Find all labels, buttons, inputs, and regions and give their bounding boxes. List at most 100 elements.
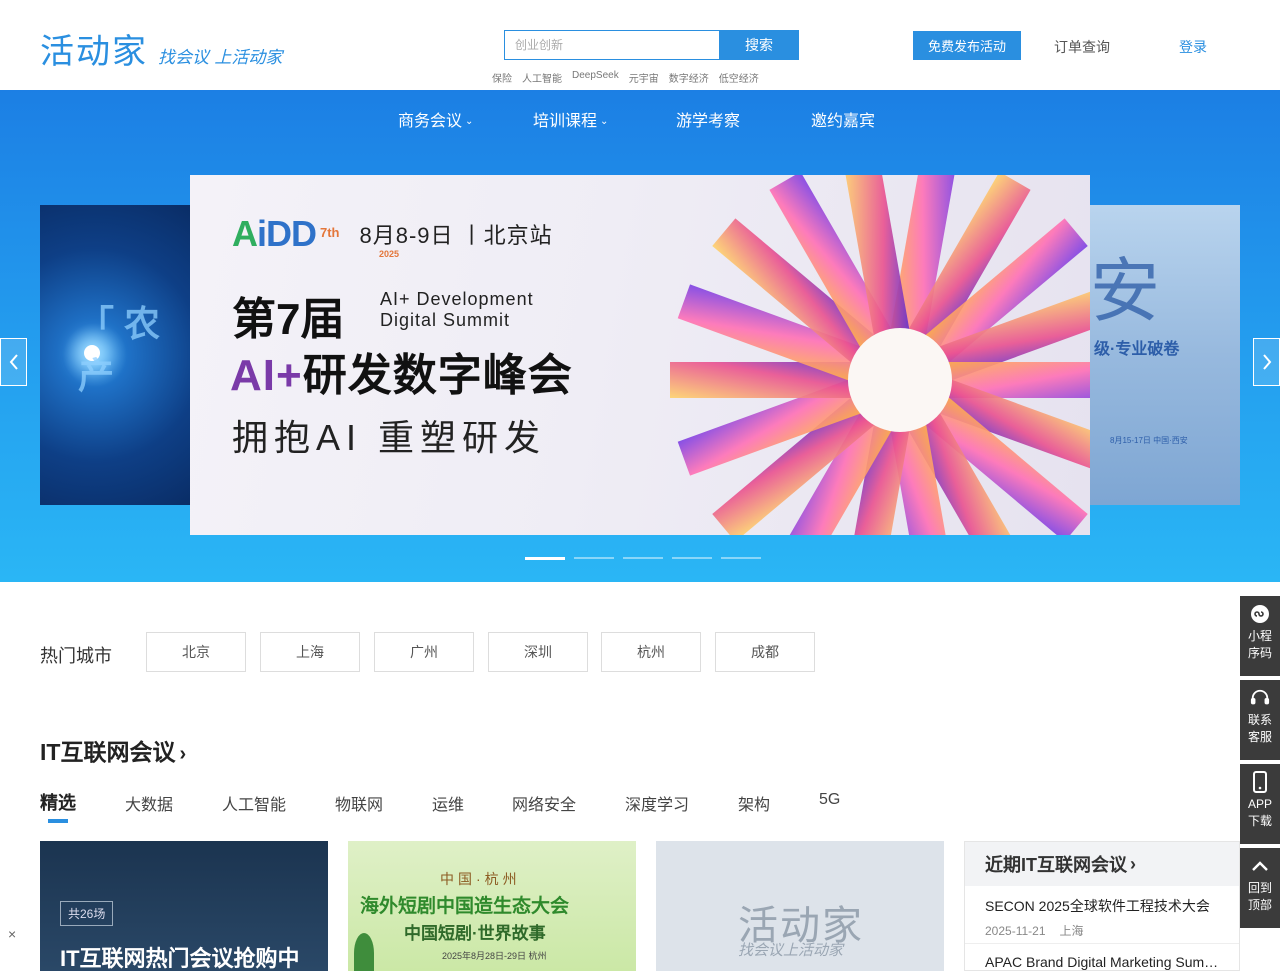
recent-event-meta: 2025-11-21 上海 [985, 922, 1219, 939]
tab-security[interactable]: 网络安全 [512, 791, 576, 815]
main-nav: 商务会议 ⌄ 培训课程 ⌄ 游学考察 邀约嘉宾 [0, 90, 1280, 142]
slide-next-subtitle: 级·专业破卷 [1094, 341, 1180, 358]
tab-ai[interactable]: 人工智能 [222, 791, 286, 815]
mini-program-button[interactable]: 小程 序码 [1240, 596, 1280, 676]
carousel-slide-prev[interactable]: 「 农产 [40, 205, 190, 505]
city-button-beijing[interactable]: 北京 [146, 632, 246, 672]
list-item[interactable]: APAC Brand Digital Marketing Summit [965, 944, 1239, 970]
tab-ops[interactable]: 运维 [432, 791, 464, 815]
search-button[interactable]: 搜索 [719, 30, 799, 60]
city-button-chengdu[interactable]: 成都 [715, 632, 815, 672]
recent-events-panel: 近期IT互联网会议 › SECON 2025全球软件工程技术大会 2025-11-… [964, 841, 1240, 971]
close-icon[interactable]: × [8, 926, 16, 942]
carousel-dot[interactable] [574, 557, 614, 559]
mini-program-icon [1250, 604, 1270, 624]
chevron-right-icon: › [1130, 853, 1136, 874]
slide-next-date: 8月15-17日 中国·西安 [1110, 436, 1188, 445]
carousel-slide-next[interactable]: 安 级·专业破卷 8月15-17日 中国·西安 [1090, 205, 1240, 505]
hot-keyword[interactable]: 保险 [492, 70, 512, 85]
tab-architecture[interactable]: 架构 [738, 791, 770, 815]
event-card[interactable]: 共26场 IT互联网热门会议抢购中 [40, 841, 328, 971]
nav-training-courses[interactable]: 培训课程 ⌄ [533, 107, 608, 131]
hot-keywords: 保险 人工智能 DeepSeek 元宇宙 数字经济 低空经济 [492, 70, 759, 85]
phone-icon [1250, 771, 1270, 793]
login-link[interactable]: 登录 [1179, 37, 1207, 57]
float-label: 小程 序码 [1247, 629, 1272, 660]
event-title: AI+研发数字峰会 [230, 351, 573, 400]
event-card[interactable]: 活动家 找会议上活动家 [656, 841, 944, 971]
it-section-title[interactable]: IT互联网会议 › [40, 733, 186, 767]
hot-cities-label: 热门城市 [40, 646, 112, 666]
city-button-shanghai[interactable]: 上海 [260, 632, 360, 672]
recent-events-title: 近期IT互联网会议 [985, 855, 1127, 875]
tab-5g[interactable]: 5G [819, 791, 840, 809]
tab-iot[interactable]: 物联网 [335, 791, 383, 815]
site-logo[interactable]: 活动家 找会议 上活动家 [40, 24, 282, 72]
event-card-title: 海外短剧中国造生态大会 [360, 896, 570, 917]
float-label: 回到 顶部 [1247, 881, 1272, 912]
section-title-text: IT互联网会议 [40, 739, 176, 765]
back-to-top-button[interactable]: 回到 顶部 [1240, 848, 1280, 928]
chevron-up-icon [1250, 856, 1270, 876]
nav-study-tours[interactable]: 游学考察 [676, 107, 740, 131]
carousel-dot[interactable] [721, 557, 761, 559]
chevron-right-icon [1262, 354, 1271, 370]
slide-prev-text: 「 农产 [78, 303, 161, 396]
event-slogan: 拥抱AI 重塑研发 [232, 417, 547, 458]
chevron-down-icon: ⌄ [600, 116, 609, 127]
hot-keyword[interactable]: 人工智能 [522, 70, 562, 85]
tab-deep-learning[interactable]: 深度学习 [625, 791, 689, 815]
aidd-header: AiDD 7th 2025 8月8-9日 丨北京站 [232, 213, 553, 259]
hot-keyword[interactable]: 元宇宙 [629, 70, 659, 85]
site-header: 活动家 找会议 上活动家 搜索 保险 人工智能 DeepSeek 元宇宙 数字经… [0, 0, 1280, 90]
list-item[interactable]: SECON 2025全球软件工程技术大会 2025-11-21 上海 [965, 886, 1239, 944]
hot-keyword[interactable]: 低空经济 [719, 70, 759, 85]
headset-icon [1250, 688, 1270, 708]
chevron-right-icon: › [179, 743, 187, 765]
slide-next-title: 安 [1090, 250, 1160, 332]
event-card-date: 2025年8月28日-29日 杭州 [442, 951, 547, 961]
event-card-location: 中国·杭州 [440, 871, 521, 887]
city-button-shenzhen[interactable]: 深圳 [488, 632, 588, 672]
nav-business-meetings[interactable]: 商务会议 ⌄ [398, 107, 473, 131]
recent-event-title: APAC Brand Digital Marketing Summit [985, 954, 1219, 970]
aidd-edition: 7th [320, 225, 340, 240]
placeholder-logo-slogan: 找会议上活动家 [738, 941, 844, 959]
event-date: 8月8-9日 丨北京站 [359, 223, 553, 248]
event-english-name: AI+ Development Digital Summit [380, 289, 534, 330]
tree-decoration [354, 933, 374, 971]
carousel-dot[interactable] [525, 557, 565, 560]
city-button-hangzhou[interactable]: 杭州 [601, 632, 701, 672]
event-card-title: IT互联网热门会议抢购中 [60, 946, 300, 971]
tab-big-data[interactable]: 大数据 [125, 791, 173, 815]
float-label: 联系 客服 [1247, 713, 1272, 744]
recent-events-header[interactable]: 近期IT互联网会议 › [965, 842, 1239, 886]
float-label: APP 下载 [1247, 797, 1272, 828]
recent-event-date: 2025-11-21 [985, 924, 1046, 938]
carousel-slide-active[interactable]: AiDD 7th 2025 8月8-9日 丨北京站 第7届 AI+ Develo… [190, 175, 1090, 535]
carousel-dot[interactable] [623, 557, 663, 559]
contact-service-button[interactable]: 联系 客服 [1240, 680, 1280, 760]
carousel-next-button[interactable] [1253, 338, 1280, 386]
event-edition: 第7届 [232, 295, 345, 344]
city-button-guangzhou[interactable]: 广州 [374, 632, 474, 672]
app-download-button[interactable]: APP 下载 [1240, 764, 1280, 844]
spiral-art [670, 175, 1090, 535]
nav-label: 商务会议 [398, 113, 463, 130]
nav-label: 培训课程 [533, 113, 598, 130]
hot-keyword[interactable]: 数字经济 [669, 70, 709, 85]
logo-main-text: 活动家 [40, 32, 148, 72]
publish-event-button[interactable]: 免费发布活动 [913, 31, 1021, 60]
aidd-year: 2025 [379, 249, 400, 259]
event-card-subtitle: 中国短剧·世界故事 [404, 924, 546, 943]
carousel-dot[interactable] [672, 557, 712, 559]
event-card[interactable]: 中国·杭州 海外短剧中国造生态大会 中国短剧·世界故事 2025年8月28日-2… [348, 841, 636, 971]
chevron-left-icon [9, 354, 18, 370]
search-input[interactable] [504, 30, 719, 60]
order-query-link[interactable]: 订单查询 [1054, 37, 1110, 57]
recent-event-title: SECON 2025全球软件工程技术大会 [985, 898, 1210, 914]
carousel-prev-button[interactable] [0, 338, 27, 386]
tab-featured[interactable]: 精选 [40, 789, 76, 815]
hot-keyword[interactable]: DeepSeek [572, 70, 619, 85]
nav-invite-guests[interactable]: 邀约嘉宾 [811, 107, 875, 131]
